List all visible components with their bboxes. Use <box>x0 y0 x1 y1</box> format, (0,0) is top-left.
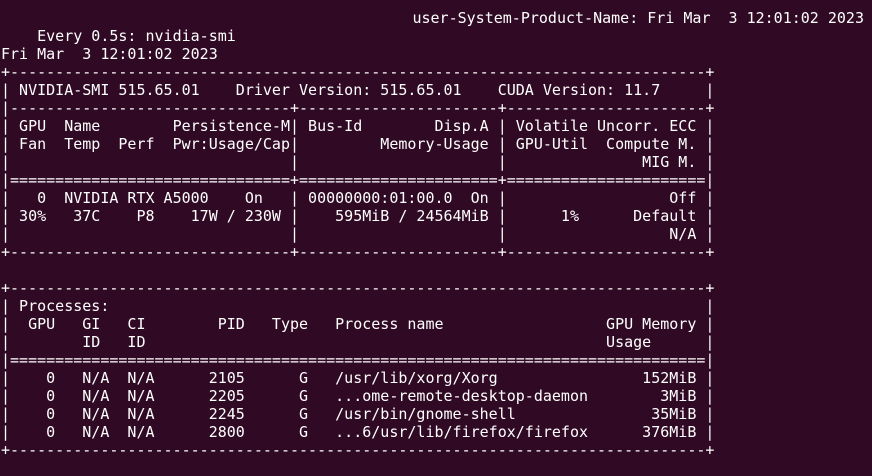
gpu-table-line: | Fan Temp Perf Pwr:Usage/Cap| Memory-Us… <box>1 135 715 153</box>
process-table-line: | Processes: | <box>1 297 715 315</box>
gpu-table-line: +-------------------------------+-------… <box>1 243 715 261</box>
process-table-line: | 0 N/A N/A 2205 G ...ome-remote-desktop… <box>1 387 715 405</box>
timestamp: Fri Mar 3 12:01:02 2023 <box>1 45 218 63</box>
gpu-table-line: |-------------------------------+-------… <box>1 99 715 117</box>
gpu-table-line: | GPU Name Persistence-M| Bus-Id Disp.A … <box>1 117 715 135</box>
gpu-table: +---------------------------------------… <box>1 63 872 261</box>
process-table-line: | 0 N/A N/A 2800 G ...6/usr/lib/firefox/… <box>1 423 715 441</box>
gpu-table-line: | | | N/A | <box>1 225 715 243</box>
gpu-table-line: | NVIDIA-SMI 515.65.01 Driver Version: 5… <box>1 81 715 99</box>
terminal-window[interactable]: Every 0.5s: nvidia-smi user-System-Produ… <box>0 0 872 476</box>
host-time: user-System-Product-Name: Fri Mar 3 12:0… <box>412 9 864 27</box>
gpu-table-line: | 0 NVIDIA RTX A5000 On | 00000000:01:00… <box>1 189 715 207</box>
process-table-line: |=======================================… <box>1 351 715 369</box>
process-table-line: +---------------------------------------… <box>1 441 715 459</box>
process-table: +---------------------------------------… <box>1 279 872 459</box>
watch-command: Every 0.5s: nvidia-smi <box>37 27 236 45</box>
gpu-table-line: +---------------------------------------… <box>1 63 715 81</box>
gpu-table-line: | | | MIG M. | <box>1 153 715 171</box>
process-table-line: | GPU GI CI PID Type Process name GPU Me… <box>1 315 715 333</box>
gpu-table-line: |===============================+=======… <box>1 171 715 189</box>
process-table-line: | 0 N/A N/A 2105 G /usr/lib/xorg/Xorg 15… <box>1 369 715 387</box>
watch-header: Every 0.5s: nvidia-smi user-System-Produ… <box>1 9 872 45</box>
process-table-line: | ID ID Usage | <box>1 333 715 351</box>
process-table-line: | 0 N/A N/A 2245 G /usr/bin/gnome-shell … <box>1 405 715 423</box>
gpu-table-line: | 30% 37C P8 17W / 230W | 595MiB / 24564… <box>1 207 715 225</box>
process-table-line: +---------------------------------------… <box>1 279 715 297</box>
